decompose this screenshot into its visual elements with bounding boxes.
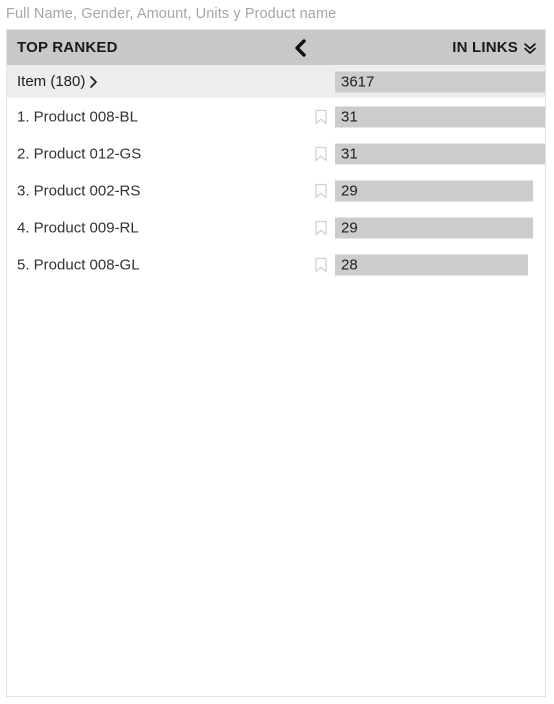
bookmark-icon[interactable] — [314, 220, 328, 236]
dimension-drill-link[interactable]: Item (180) — [17, 73, 98, 90]
list-item[interactable]: 3. Product 002-RS 29 — [7, 172, 545, 209]
widget-caption: Full Name, Gender, Amount, Units y Produ… — [6, 6, 337, 22]
item-value: 29 — [341, 219, 358, 236]
panel-titlebar: TOP RANKED IN LINKS — [7, 30, 545, 65]
total-bar-area: 3617 — [335, 65, 545, 98]
item-label: 5. Product 008-GL — [17, 256, 140, 273]
bookmark-icon[interactable] — [314, 257, 328, 273]
item-bar-area: 28 — [335, 246, 545, 283]
measure-selector[interactable]: IN LINKS — [452, 30, 537, 65]
item-label: 4. Product 009-RL — [17, 219, 139, 236]
item-bar-area: 29 — [335, 172, 545, 209]
panel-title: TOP RANKED — [17, 39, 118, 56]
ranked-list: 1. Product 008-BL 31 2. Product 012-GS 3… — [7, 98, 545, 283]
item-bar-area: 31 — [335, 135, 545, 172]
total-row[interactable]: Item (180) 3617 — [7, 65, 545, 98]
measure-label: IN LINKS — [452, 39, 518, 56]
item-label: 1. Product 008-BL — [17, 108, 138, 125]
bookmark-icon[interactable] — [314, 146, 328, 162]
item-bar — [335, 106, 545, 127]
item-label: 3. Product 002-RS — [17, 182, 141, 199]
dimension-label: Item (180) — [17, 73, 86, 90]
bookmark-icon[interactable] — [314, 109, 328, 125]
widget-root: Full Name, Gender, Amount, Units y Produ… — [0, 0, 554, 704]
item-label: 2. Product 012-GS — [17, 145, 142, 162]
bookmark-icon[interactable] — [314, 183, 328, 199]
total-value: 3617 — [341, 73, 375, 90]
item-bar — [335, 217, 533, 238]
double-chevron-down-icon — [524, 42, 536, 54]
chevron-left-icon[interactable] — [285, 30, 315, 65]
list-item[interactable]: 5. Product 008-GL 28 — [7, 246, 545, 283]
list-item[interactable]: 1. Product 008-BL 31 — [7, 98, 545, 135]
item-value: 28 — [341, 256, 358, 273]
item-bar — [335, 254, 528, 275]
list-item[interactable]: 4. Product 009-RL 29 — [7, 209, 545, 246]
list-item[interactable]: 2. Product 012-GS 31 — [7, 135, 545, 172]
item-value: 31 — [341, 108, 358, 125]
chevron-right-icon — [90, 76, 98, 88]
item-bar — [335, 180, 533, 201]
item-value: 29 — [341, 182, 358, 199]
item-bar-area: 31 — [335, 98, 545, 135]
item-bar-area: 29 — [335, 209, 545, 246]
item-value: 31 — [341, 145, 358, 162]
top-ranked-panel: TOP RANKED IN LINKS Item (180) 3617 1. P… — [6, 29, 546, 697]
item-bar — [335, 143, 545, 164]
